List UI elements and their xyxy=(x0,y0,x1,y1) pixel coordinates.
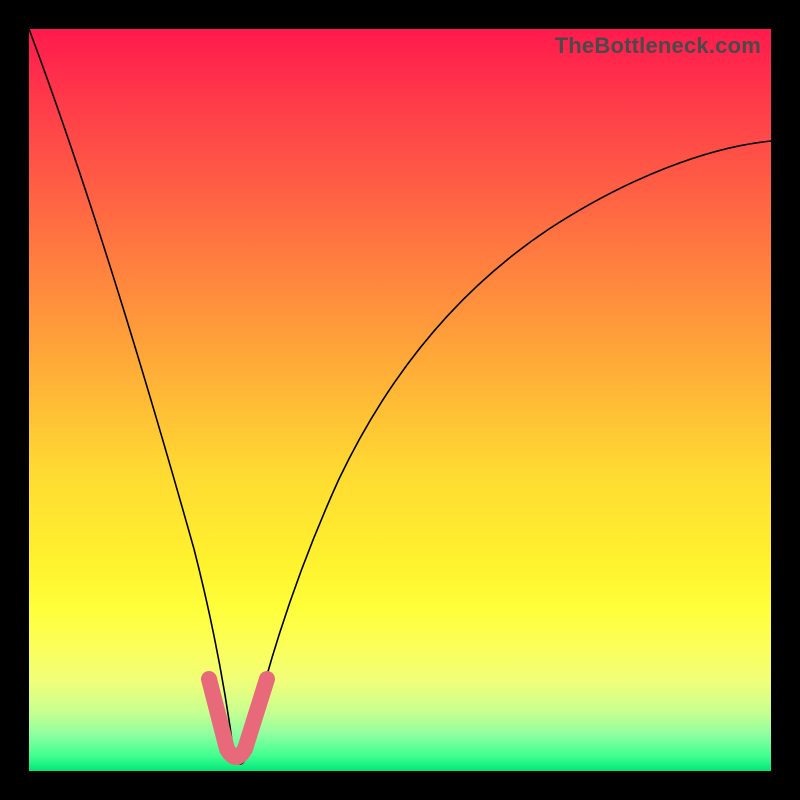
watermark-text: TheBottleneck.com xyxy=(555,33,761,59)
bottleneck-curve-path xyxy=(29,29,771,764)
bottleneck-highlight-marker xyxy=(209,679,267,757)
bottleneck-curve-svg xyxy=(29,29,771,771)
chart-plot-area: TheBottleneck.com xyxy=(29,29,771,771)
